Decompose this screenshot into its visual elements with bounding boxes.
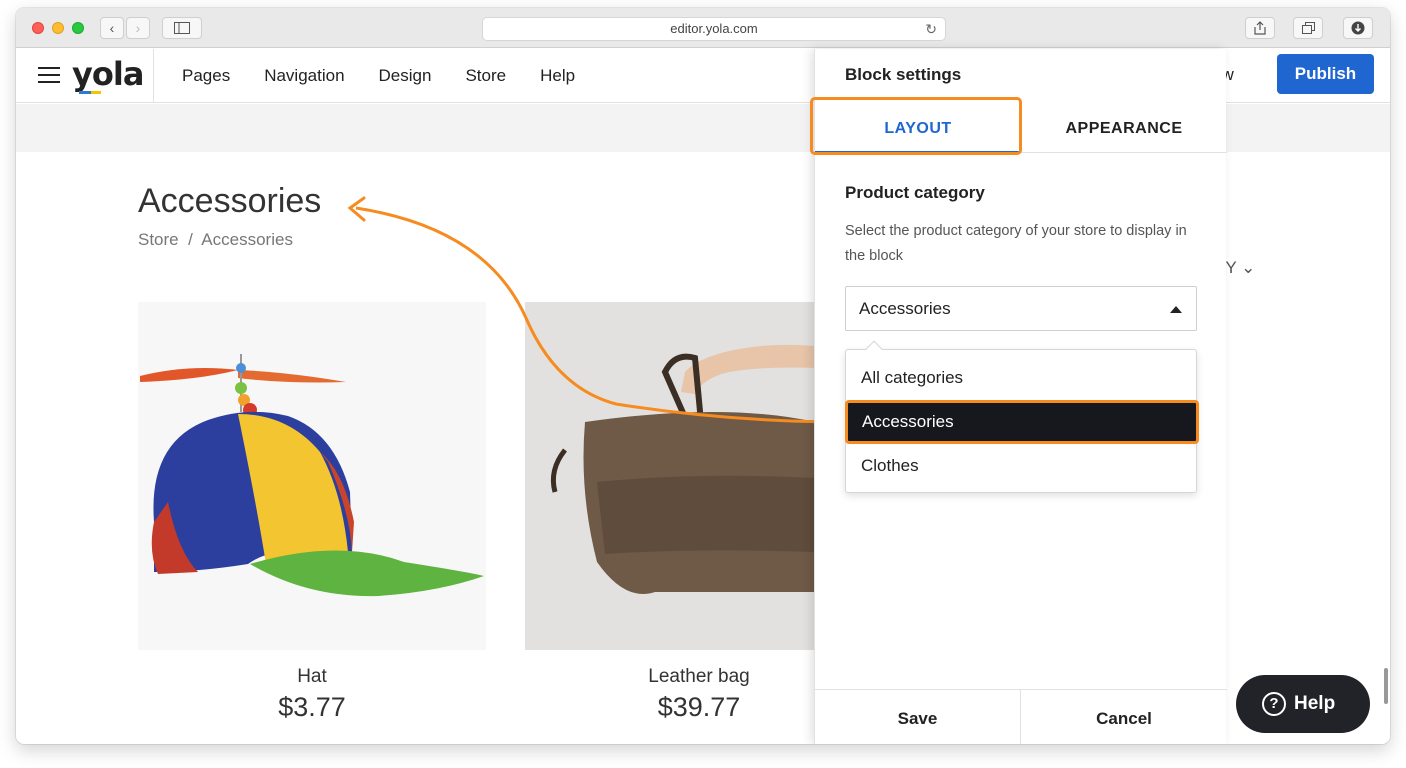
reload-icon[interactable]: ↻ [925, 18, 937, 40]
logo-accent-blue [79, 91, 91, 94]
propeller-hat-image [140, 354, 484, 597]
nav-pages[interactable]: Pages [182, 66, 230, 86]
browser-window: ‹ › editor.yola.com ↻ yola Pages Navigat… [16, 8, 1390, 744]
download-icon [1351, 21, 1365, 35]
question-icon: ? [1262, 692, 1286, 716]
share-button[interactable] [1245, 17, 1275, 39]
tabs-icon [1301, 22, 1315, 34]
option-all-categories[interactable]: All categories [846, 356, 1196, 400]
share-icon [1254, 21, 1266, 35]
category-select-value: Accessories [859, 299, 951, 318]
category-select[interactable]: Accessories [845, 286, 1197, 331]
section-title: Product category [845, 183, 985, 202]
save-button[interactable]: Save [815, 690, 1021, 744]
nav-help[interactable]: Help [540, 66, 575, 86]
url-text: editor.yola.com [670, 21, 758, 36]
caret-up-icon [1170, 306, 1182, 313]
main-nav: Pages Navigation Design Store Help [182, 49, 575, 103]
browser-toolbar: ‹ › editor.yola.com ↻ [16, 8, 1390, 48]
dropdown-pointer [865, 340, 883, 358]
nav-design[interactable]: Design [379, 66, 432, 86]
product-name-hat[interactable]: Hat [138, 666, 486, 688]
help-button[interactable]: ? Help [1236, 675, 1370, 733]
downloads-button[interactable] [1343, 17, 1373, 39]
panel-footer: Save Cancel [815, 689, 1227, 744]
product-image-leather-bag[interactable] [525, 302, 815, 650]
tab-appearance[interactable]: APPEARANCE [1021, 103, 1227, 153]
section-description: Select the product category of your stor… [845, 223, 1187, 264]
block-settings-panel: Block settings LAYOUT APPEARANCE Product… [810, 49, 1227, 744]
nav-navigation[interactable]: Navigation [264, 66, 344, 86]
minimize-window-button[interactable] [52, 22, 64, 34]
breadcrumb[interactable]: Store / Accessories [138, 230, 293, 250]
sidebar-icon [174, 22, 190, 34]
header-divider [153, 49, 154, 103]
sidebar-toggle-button[interactable] [162, 17, 202, 39]
product-image-hat[interactable] [138, 302, 486, 650]
option-clothes[interactable]: Clothes [846, 444, 1196, 488]
panel-title: Block settings [845, 65, 962, 84]
url-bar[interactable]: editor.yola.com ↻ [482, 17, 946, 41]
nav-store[interactable]: Store [465, 66, 506, 86]
yola-logo[interactable]: yola [72, 55, 144, 93]
menu-icon[interactable] [38, 67, 60, 83]
tabs-overview-button[interactable] [1293, 17, 1323, 39]
category-dropdown: All categories Accessories Clothes [845, 340, 1199, 493]
zoom-window-button[interactable] [72, 22, 84, 34]
help-label: Help [1294, 693, 1336, 714]
product-price-hat: $3.77 [278, 692, 346, 722]
page-title: Accessories [138, 182, 322, 220]
chevron-down-icon: ⌄ [1241, 258, 1256, 277]
publish-button[interactable]: Publish [1277, 54, 1374, 94]
scrollbar[interactable] [1384, 668, 1388, 704]
cancel-button[interactable]: Cancel [1021, 690, 1227, 744]
option-accessories[interactable]: Accessories [845, 400, 1199, 444]
close-window-button[interactable] [32, 22, 44, 34]
back-button[interactable]: ‹ [100, 17, 124, 39]
layout-tab-highlight [810, 97, 1022, 155]
forward-button[interactable]: › [126, 17, 150, 39]
leather-bag-image [550, 344, 815, 594]
logo-accent-yellow [91, 91, 101, 94]
